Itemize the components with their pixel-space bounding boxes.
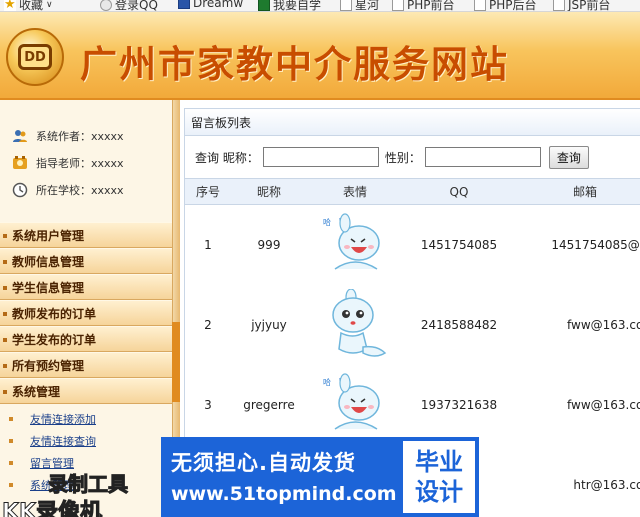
recorder-line2: KK录像机 — [1, 500, 103, 517]
info-teacher-label: 指导老师：xxxxx — [36, 156, 124, 170]
page-icon — [553, 0, 565, 11]
chevron-down-icon: ∨ — [46, 0, 53, 10]
author-icon — [12, 128, 28, 144]
bookmark-php-back[interactable]: PHP后台 — [474, 0, 537, 12]
bookmark-favorites[interactable]: ★ 收藏 ∨ — [4, 0, 53, 12]
table-header: 序号 昵称 表情 QQ 邮箱 — [185, 178, 640, 205]
bookmark-dreamweaver[interactable]: Dreamw — [178, 0, 243, 10]
panel-title: 留言板列表 — [185, 109, 640, 136]
bookmark-jsp-front[interactable]: JSP前台 — [553, 0, 611, 12]
cell-index: 3 — [204, 397, 212, 412]
cell-email: fww@163.com — [567, 317, 640, 332]
table-row: 3 gregerre 哈 哈 — [185, 365, 640, 445]
menu-student-orders[interactable]: 学生发布的订单 — [0, 326, 172, 352]
bookmark-php-front[interactable]: PHP前台 — [392, 0, 455, 12]
bookmark-qq-login[interactable]: 登录QQ — [100, 0, 158, 12]
menu-student-info[interactable]: 学生信息管理 — [0, 274, 172, 300]
cell-qq: 2418588482 — [420, 317, 498, 332]
bookmark-check-icon — [258, 0, 270, 11]
col-index: 序号 — [185, 178, 231, 205]
menu-system-users[interactable]: 系统用户管理 — [0, 222, 172, 248]
cell-email: 1451754085@qq — [551, 237, 640, 252]
nickname-input[interactable] — [262, 147, 379, 167]
sidebar: 系统作者：xxxxx 指导老师：xxxxx 所在学校：xxxxx 系统用户管理 … — [0, 100, 172, 517]
bookmark-label: 我要自学 — [273, 0, 322, 12]
page-icon — [340, 0, 352, 11]
search-button[interactable]: 查询 — [548, 145, 589, 169]
ad-line1: 无须担心.自动发货 — [171, 451, 356, 475]
bookmarks-bar: ★ 收藏 ∨ 登录QQ Dreamw 我要自学 星河 PHP前台 PHP后台 J… — [0, 0, 640, 12]
col-email: 邮箱 — [515, 178, 640, 205]
page-icon — [392, 0, 404, 11]
bookmark-label: 收藏 — [19, 0, 44, 12]
info-author: 系统作者：xxxxx — [0, 122, 172, 149]
cell-qq: 1451754085 — [420, 237, 498, 252]
bookmark-label: PHP后台 — [489, 0, 537, 12]
menu-system-admin[interactable]: 系统管理 — [0, 378, 172, 404]
col-nickname: 昵称 — [231, 178, 307, 205]
submenu-link-query[interactable]: 友情连接查询 — [0, 430, 172, 452]
sidebar-info: 系统作者：xxxxx 指导老师：xxxxx 所在学校：xxxxx — [0, 100, 172, 203]
qq-icon — [100, 0, 112, 11]
info-school-label: 所在学校：xxxxx — [36, 183, 124, 197]
menu-appointments[interactable]: 所有预约管理 — [0, 352, 172, 378]
cell-emoji — [307, 285, 403, 365]
site-logo: DD — [6, 28, 64, 86]
cell-nickname: jyjyuy — [251, 317, 287, 332]
ad-line2: www.51topmind.com — [171, 483, 397, 505]
laughing-bunny-emoji: 哈 哈 — [323, 372, 380, 430]
site-title: 广州市家教中介服务网站 — [80, 42, 509, 86]
svg-text:哈: 哈 — [323, 217, 331, 227]
table-row: 2 jyjyuy 2418588482 fww@163.c — [185, 285, 640, 365]
gender-input[interactable] — [424, 147, 541, 167]
table-row: 1 999 哈 哈 — [185, 205, 640, 285]
nickname-label: 查询 昵称： — [195, 150, 259, 165]
bookmark-label: Dreamw — [193, 0, 244, 10]
splitter-handle[interactable] — [172, 322, 180, 402]
cell-nickname: gregerre — [243, 397, 295, 412]
ad-watermark: 无须担心.自动发货 www.51topmind.com 毕业 设计 — [161, 437, 479, 517]
search-bar: 查询 昵称： 性别： 查询 — [185, 136, 640, 178]
submenu-link-add[interactable]: 友情连接添加 — [0, 408, 172, 430]
dreamweaver-icon — [178, 0, 190, 9]
bookmark-label: 星河 — [355, 0, 380, 12]
col-emoji: 表情 — [307, 178, 403, 205]
cell-emoji: 哈 哈 — [307, 205, 403, 285]
star-icon: ★ — [4, 0, 16, 12]
page-icon — [474, 0, 486, 11]
bookmark-xinghe[interactable]: 星河 — [340, 0, 380, 12]
ad-badge: 毕业 设计 — [401, 439, 477, 515]
bookmark-label: 登录QQ — [115, 0, 158, 12]
recorder-line1: 录制工具 — [48, 472, 129, 497]
gender-label: 性别： — [384, 150, 421, 165]
cell-index: 2 — [204, 317, 212, 332]
ad-badge-line1: 毕业 — [415, 448, 463, 476]
cell-index: 1 — [204, 237, 212, 252]
menu-teacher-info[interactable]: 教师信息管理 — [0, 248, 172, 274]
cell-emoji: 哈 哈 — [307, 365, 403, 445]
logo-text: DD — [18, 44, 52, 70]
info-teacher: 指导老师：xxxxx — [0, 149, 172, 176]
bookmark-label: PHP前台 — [407, 0, 455, 12]
site-header: DD 广州市家教中介服务网站 — [0, 12, 640, 100]
svg-text:哈: 哈 — [323, 377, 331, 387]
sitting-bunny-emoji — [332, 288, 387, 357]
cell-email: fww@163.com — [567, 397, 640, 412]
cell-nickname: 999 — [257, 237, 281, 252]
col-qq: QQ — [403, 178, 515, 205]
info-author-label: 系统作者：xxxxx — [36, 129, 124, 143]
laughing-bunny-emoji: 哈 哈 — [323, 213, 380, 270]
menu-teacher-orders[interactable]: 教师发布的订单 — [0, 300, 172, 326]
teacher-icon — [12, 155, 28, 171]
info-school: 所在学校：xxxxx — [0, 176, 172, 203]
recorder-watermark: 录制工具 KK录像机 — [1, 468, 160, 517]
bookmark-self-study[interactable]: 我要自学 — [258, 0, 322, 12]
bookmark-label: JSP前台 — [568, 0, 611, 12]
page: ★ 收藏 ∨ 登录QQ Dreamw 我要自学 星河 PHP前台 PHP后台 J… — [0, 0, 640, 517]
cell-email: htr@163.com — [573, 477, 640, 492]
cell-qq: 1937321638 — [420, 397, 498, 412]
sidebar-menu: 系统用户管理 教师信息管理 学生信息管理 教师发布的订单 学生发布的订单 所有预… — [0, 222, 172, 496]
ad-badge-line2: 设计 — [415, 478, 463, 506]
school-clock-icon — [12, 182, 28, 198]
